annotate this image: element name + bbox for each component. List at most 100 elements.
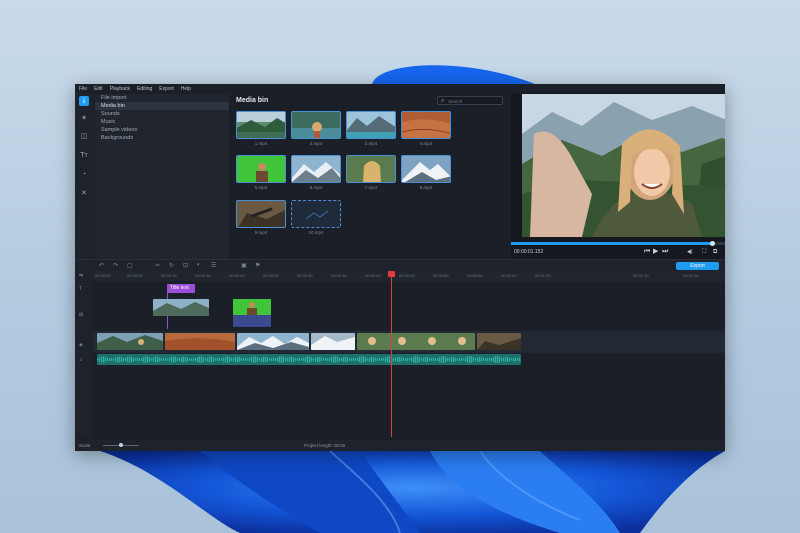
waveform-bar (187, 357, 189, 362)
timeline-ruler[interactable]: 00:00:00 00:00:05 00:00:10 00:00:15 00:0… (93, 271, 725, 281)
waveform-bar (163, 358, 165, 361)
menu-help[interactable]: Help (181, 86, 191, 92)
text-track-icon: T (79, 286, 83, 292)
waveform-bar (193, 358, 195, 361)
waveform-bar (513, 357, 515, 362)
cut-icon[interactable]: ✂ (155, 262, 160, 269)
media-bin: Media bin ⌕ 1.mp4 2.mp4 3.mp4 4.mp4 (230, 94, 506, 259)
titles-icon[interactable]: Tт (79, 151, 89, 161)
media-thumb-7[interactable] (346, 155, 396, 183)
waveform-bar (307, 356, 309, 363)
nav-music[interactable]: Music (95, 118, 229, 126)
stickers-icon[interactable]: ◔ (79, 170, 89, 180)
waveform-bar (393, 357, 395, 362)
marker-icon[interactable]: ⚑ (255, 262, 260, 269)
redo-icon[interactable]: ↷ (113, 262, 118, 269)
waveform-bar (431, 358, 433, 361)
color-adjust-icon[interactable]: ◐ (197, 262, 201, 268)
waveform-bar (445, 356, 447, 363)
rotate-icon[interactable]: ↻ (169, 262, 174, 269)
nav-media-bin[interactable]: Media bin (95, 102, 229, 110)
video-clip-6[interactable] (477, 333, 521, 350)
menu-export[interactable]: Export (159, 86, 173, 92)
overlay-clip-greenscreen[interactable] (233, 299, 271, 315)
play-icon[interactable]: ▶ (653, 248, 658, 256)
waveform-bar (489, 358, 491, 361)
preview-scrubber[interactable] (511, 241, 725, 246)
filters-icon[interactable]: ✶ (79, 114, 89, 124)
previous-frame-icon[interactable]: ⏮ (644, 248, 650, 256)
ruler-tick: 00:00:30 (297, 273, 313, 278)
video-clip-1[interactable] (97, 333, 163, 350)
menu-playback[interactable]: Playback (110, 86, 130, 92)
waveform-bar (353, 357, 355, 362)
waveform-bar (183, 356, 185, 363)
nav-backgrounds[interactable]: Backgrounds (95, 134, 229, 142)
media-thumb-2[interactable] (291, 111, 341, 139)
clip-properties-icon[interactable]: ☰ (211, 262, 216, 269)
nav-file-import[interactable]: File import (95, 94, 229, 102)
fullscreen-icon[interactable]: ⛶ (702, 248, 706, 256)
video-clip-5[interactable] (357, 333, 475, 350)
menu-edit[interactable]: Edit (94, 86, 103, 92)
waveform-bar (125, 357, 127, 362)
crop-icon[interactable]: ⊡ (183, 262, 188, 269)
search-icon: ⌕ (441, 98, 445, 104)
audio-clip[interactable] (97, 354, 521, 365)
waveform-bar (485, 358, 487, 361)
zoom-slider[interactable] (103, 443, 139, 447)
media-thumb-5[interactable] (236, 155, 286, 183)
waveform-bar (143, 357, 145, 362)
waveform-bar (219, 358, 221, 361)
waveform-bar (327, 358, 329, 361)
waveform-bar (401, 357, 403, 362)
detach-preview-icon[interactable]: ⧉ (713, 248, 717, 256)
waveform-bar (453, 357, 455, 362)
search-input[interactable] (448, 98, 500, 104)
delete-icon[interactable]: ▢ (127, 262, 133, 269)
nav-sounds[interactable]: Sounds (95, 110, 229, 118)
export-button[interactable]: Export (676, 262, 719, 270)
waveform-bar (409, 358, 411, 361)
menu-editing[interactable]: Editing (137, 86, 152, 92)
video-clip-2[interactable] (165, 333, 235, 350)
waveform-bar (171, 356, 173, 363)
status-bar: Scale: Project length: 00:55 (75, 440, 725, 451)
scale-label: Scale: (79, 443, 92, 448)
media-thumb-1[interactable] (236, 111, 286, 139)
waveform-bar (303, 357, 305, 362)
media-thumb-6[interactable] (291, 155, 341, 183)
title-clip[interactable]: Title text (167, 284, 195, 293)
media-thumb-10[interactable] (291, 200, 341, 228)
import-icon[interactable]: ⤓ (79, 96, 89, 106)
add-track-icon[interactable]: ⇆ (79, 273, 83, 279)
record-icon[interactable]: ▣ (241, 262, 247, 269)
zoom-handle[interactable] (119, 443, 123, 447)
next-frame-icon[interactable]: ⏭ (662, 248, 668, 256)
overlay-clip-landscape[interactable] (153, 299, 209, 316)
undo-icon[interactable]: ↶ (99, 262, 104, 269)
video-clip-3[interactable] (237, 333, 309, 350)
media-thumb-3[interactable] (346, 111, 396, 139)
volume-icon[interactable]: ◀) (687, 248, 693, 256)
media-thumb-9[interactable] (236, 200, 286, 228)
waveform-bar (179, 357, 181, 362)
playhead-handle[interactable] (388, 271, 395, 277)
video-clip-4[interactable] (311, 333, 355, 350)
waveform-bar (139, 358, 141, 361)
search-box[interactable]: ⌕ (437, 96, 503, 105)
audio-track-icon: ♫ (79, 357, 83, 363)
waveform-bar (377, 358, 379, 361)
menu-file[interactable]: File (79, 86, 87, 92)
waveform-bar (241, 357, 243, 362)
waveform-bar (451, 357, 453, 362)
transitions-icon[interactable]: ◫ (79, 132, 89, 142)
preview-video[interactable] (522, 94, 725, 237)
more-tools-icon[interactable]: ✕ (79, 189, 89, 199)
media-thumb-8[interactable] (401, 155, 451, 183)
nav-sample-videos[interactable]: Sample videos (95, 126, 229, 134)
media-thumb-4[interactable] (401, 111, 451, 139)
overlay-clip-effect[interactable] (233, 315, 271, 327)
waveform-bar (289, 356, 291, 363)
playhead[interactable] (388, 271, 395, 437)
